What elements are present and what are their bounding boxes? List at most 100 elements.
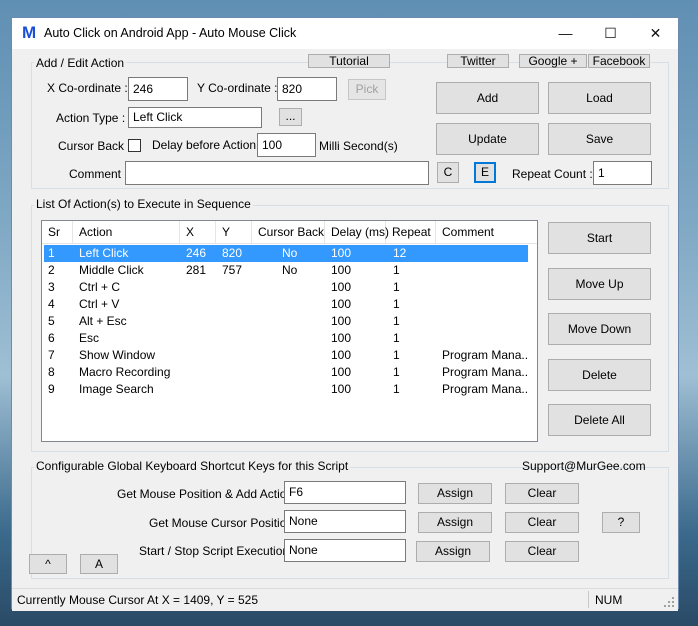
assign-get-position-button[interactable]: Assign [418,483,492,504]
delay-input[interactable]: 100 [257,133,316,157]
cell-sr: 9 [48,382,55,396]
add-edit-legend: Add / Edit Action [34,56,127,70]
assign-get-cursor-button[interactable]: Assign [418,512,492,533]
cell-action: Left Click [79,246,129,260]
repeat-count-input[interactable]: 1 [593,161,652,185]
cell-cursor-back [282,313,326,330]
start-button[interactable]: Start [548,222,651,254]
column-header-y[interactable]: Y [216,221,252,243]
table-row[interactable]: 4 Ctrl + V 100 1 [44,296,528,313]
save-button[interactable]: Save [548,123,651,155]
start-stop-shortcut-label: Start / Stop Script Execution : [139,544,296,558]
cell-action: Macro Recording [79,365,171,379]
cell-action: Ctrl + C [79,280,121,294]
cell-delay: 100 [331,382,352,396]
action-type-select[interactable]: Left Click [128,107,262,128]
cell-delay: 100 [331,314,352,328]
maximize-button[interactable]: ☐ [588,18,633,49]
cell-y: 757 [222,263,243,277]
update-button[interactable]: Update [436,123,539,155]
table-row[interactable]: 6 Esc 100 1 [44,330,528,347]
add-button[interactable]: Add [436,82,539,114]
support-link[interactable]: Support@MurGee.com [522,459,646,473]
close-button[interactable]: ✕ [633,18,678,49]
cell-y [222,381,256,398]
move-up-button[interactable]: Move Up [548,268,651,300]
cell-sr: 6 [48,331,55,345]
action-list-legend: List Of Action(s) to Execute in Sequence [34,197,253,211]
column-header-comment[interactable]: Comment [436,221,537,243]
x-coordinate-input[interactable]: 246 [128,77,188,101]
c-button[interactable]: C [437,162,459,183]
cell-sr: 5 [48,314,55,328]
load-button[interactable]: Load [548,82,651,114]
a-button[interactable]: A [80,554,118,574]
cell-repeat: 1 [393,314,400,328]
table-row[interactable]: 5 Alt + Esc 100 1 [44,313,528,330]
action-type-value: Left Click [133,110,183,124]
cell-cursor-back: No [282,263,298,277]
cell-y [222,279,256,296]
get-position-shortcut-input[interactable]: F6 [284,481,406,504]
cell-comment: Program Mana... [442,382,528,396]
caret-button[interactable]: ^ [29,554,67,574]
get-cursor-shortcut-input[interactable]: None [284,510,406,533]
delay-label: Delay before Action : [152,138,263,152]
cell-delay: 100 [331,365,352,379]
cell-sr: 2 [48,263,55,277]
table-row[interactable]: 7 Show Window 100 1 Program Mana... [44,347,528,364]
resize-grip-icon[interactable] [664,597,675,608]
cell-cursor-back [282,279,326,296]
pick-button[interactable]: Pick [348,79,386,100]
cursor-back-checkbox[interactable] [128,139,141,152]
comment-input[interactable] [125,161,429,185]
facebook-button[interactable]: Facebook [588,54,650,68]
cell-cursor-back [282,296,326,313]
more-options-button[interactable]: ... [279,108,302,126]
cell-comment [442,330,528,347]
move-down-button[interactable]: Move Down [548,313,651,345]
cell-y [222,330,256,347]
get-cursor-shortcut-label: Get Mouse Cursor Position : [149,516,300,530]
action-list-view[interactable]: Sr Action X Y Cursor Back Delay (ms) Rep… [41,220,538,442]
e-button[interactable]: E [474,162,496,183]
column-header-x[interactable]: X [180,221,216,243]
table-row[interactable]: 2 Middle Click 281 757 No 100 1 [44,262,528,279]
cell-x: 281 [186,263,207,277]
cell-action: Esc [79,331,100,345]
column-header-action[interactable]: Action [73,221,180,243]
action-type-label: Action Type : [56,111,126,125]
cell-delay: 100 [331,331,352,345]
y-coordinate-input[interactable]: 820 [277,77,337,101]
table-row[interactable]: 1 Left Click 246 820 No 100 12 [44,245,528,262]
cell-comment [442,296,528,313]
cell-y [222,347,256,364]
cell-y [222,313,256,330]
clear-get-position-button[interactable]: Clear [505,483,579,504]
clear-start-stop-button[interactable]: Clear [505,541,579,562]
minimize-button[interactable]: — [543,18,588,49]
google-plus-button[interactable]: Google + [519,54,587,68]
cell-x [186,296,220,313]
assign-start-stop-button[interactable]: Assign [416,541,490,562]
column-header-delay[interactable]: Delay (ms) [325,221,389,243]
x-coordinate-label: X Co-ordinate : [47,81,128,95]
table-row[interactable]: 8 Macro Recording 100 1 Program Mana... [44,364,528,381]
column-header-cursor-back[interactable]: Cursor Back [252,221,325,243]
column-header-repeat[interactable]: Repeat [386,221,436,243]
cell-y [222,296,256,313]
start-stop-shortcut-input[interactable]: None [284,539,406,562]
cell-action: Alt + Esc [79,314,127,328]
clear-get-cursor-button[interactable]: Clear [505,512,579,533]
column-header-sr[interactable]: Sr [42,221,73,243]
cell-repeat: 1 [393,365,400,379]
tutorial-button[interactable]: Tutorial [308,54,390,68]
table-row[interactable]: 3 Ctrl + C 100 1 [44,279,528,296]
help-button[interactable]: ? [602,512,640,533]
twitter-button[interactable]: Twitter [447,54,509,68]
delete-button[interactable]: Delete [548,359,651,391]
delete-all-button[interactable]: Delete All [548,404,651,436]
table-row[interactable]: 9 Image Search 100 1 Program Mana... [44,381,528,398]
cell-x [186,313,220,330]
title-bar[interactable]: M Auto Click on Android App - Auto Mouse… [12,18,678,49]
